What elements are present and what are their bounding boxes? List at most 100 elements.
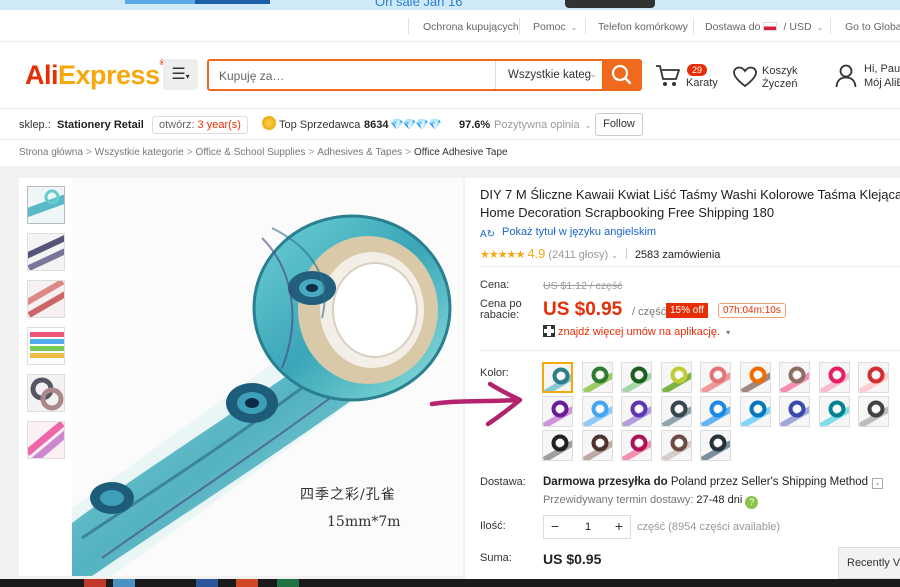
aliexpress-logo[interactable]: AliExpress®	[25, 60, 165, 91]
divider	[830, 18, 831, 34]
color-swatch[interactable]	[582, 430, 613, 461]
poland-flag-icon	[763, 22, 778, 31]
thumbnail-image	[28, 375, 64, 411]
chevron-down-icon: ⌄	[816, 23, 824, 32]
product-main-image[interactable]	[72, 178, 463, 576]
color-swatch[interactable]	[700, 396, 731, 427]
product-info-panel: DIY 7 M Śliczne Kawaii Kwiat Liść Taśmy …	[465, 178, 900, 587]
store-label: sklep.:	[19, 119, 51, 131]
color-swatch[interactable]	[819, 362, 850, 393]
color-swatch-image	[622, 431, 651, 460]
thumbnail-strip	[19, 178, 72, 576]
taskbar-app-icon[interactable]	[113, 579, 135, 587]
wishlist-link[interactable]: Koszyk	[762, 65, 797, 77]
categories-menu-button[interactable]: ☰▾	[163, 59, 198, 90]
taskbar-app-icon[interactable]	[236, 579, 258, 587]
wishlist-link-line2[interactable]: Życzeń	[762, 78, 797, 90]
color-swatch[interactable]	[542, 396, 573, 427]
breadcrumb-home[interactable]: Strona główna	[19, 147, 83, 158]
store-name-link[interactable]: Stationery Retail	[57, 119, 144, 131]
color-swatch[interactable]	[621, 430, 652, 461]
chevron-down-icon[interactable]: ⌄	[872, 478, 884, 489]
color-swatch-image	[543, 397, 572, 426]
color-swatch[interactable]	[779, 362, 810, 393]
divider	[408, 18, 409, 34]
open-years: 3 year(s)	[197, 119, 241, 131]
thumbnail-3[interactable]	[27, 280, 65, 318]
quantity-increase-button[interactable]: +	[610, 518, 628, 534]
color-swatch[interactable]	[621, 396, 652, 427]
show-english-title-label: Pokaż tytuł w języku angielskim	[502, 226, 657, 238]
breadcrumb-office-school[interactable]: Office & School Supplies	[196, 147, 306, 158]
heart-icon[interactable]	[733, 66, 757, 88]
color-swatch-image	[662, 363, 691, 392]
my-aliexpress-link[interactable]: Mój AliE	[864, 77, 900, 89]
ship-to-selector[interactable]: Dostawa do / USD ⌄	[705, 21, 823, 33]
breadcrumb-all-categories[interactable]: Wszystkie kategorie	[95, 147, 184, 158]
global-site-link[interactable]: Go to Global	[845, 21, 900, 33]
taskbar-app-icon[interactable]	[196, 579, 218, 587]
search-input[interactable]: Kupuję za…	[219, 69, 284, 83]
hamburger-menu-icon: ☰	[171, 66, 186, 83]
color-swatch[interactable]	[621, 362, 652, 393]
chevron-down-icon[interactable]: ⌄	[611, 251, 618, 260]
color-swatch[interactable]	[661, 362, 692, 393]
cart-icon[interactable]	[655, 64, 681, 88]
color-swatch[interactable]	[582, 396, 613, 427]
countdown-timer: 07h:04m:10s	[718, 303, 786, 318]
taskbar-app-icon[interactable]	[277, 579, 299, 587]
site-header: AliExpress® ☰▾ Kupuję za… Wszystkie kate…	[0, 42, 900, 108]
chevron-down-icon: ⌄	[570, 23, 578, 32]
currency-label: USD	[789, 21, 812, 33]
breadcrumb-separator: >	[186, 147, 193, 158]
help-link-label: Pomoc	[533, 21, 566, 33]
color-swatch[interactable]	[858, 396, 889, 427]
thumbnail-5[interactable]	[27, 374, 65, 412]
buyer-protection-link[interactable]: Ochrona kupujących	[423, 21, 519, 33]
breadcrumb-separator: >	[308, 147, 315, 158]
color-swatch[interactable]	[542, 362, 573, 393]
color-swatch[interactable]	[661, 396, 692, 427]
breadcrumb-current[interactable]: Office Adhesive Tape	[414, 147, 508, 158]
help-link[interactable]: Pomoc ⌄	[533, 21, 577, 33]
cart-link[interactable]: Karaty	[686, 77, 718, 89]
store-open-badge: otwórz: 3 year(s)	[152, 116, 248, 134]
color-swatch[interactable]	[700, 430, 731, 461]
help-icon[interactable]: ?	[745, 496, 759, 509]
rating-votes[interactable]: (2411 głosy)	[548, 249, 608, 261]
thumbnail-6[interactable]	[27, 421, 65, 459]
promo-banner[interactable]: On sale Jan 16	[0, 0, 900, 10]
follow-store-button[interactable]: Follow	[595, 113, 643, 136]
app-deals-link[interactable]: znajdź więcej umów na aplikację. ▾	[543, 325, 730, 338]
color-swatch[interactable]	[582, 362, 613, 393]
color-swatch[interactable]	[819, 396, 850, 427]
user-greeting[interactable]: Hi, Paul	[864, 63, 900, 75]
search-button[interactable]	[602, 59, 642, 91]
thumbnail-1[interactable]	[27, 186, 65, 224]
show-english-title-link[interactable]: A↻ Pokaż tytuł w języku angielskim	[480, 226, 656, 241]
divider	[625, 248, 627, 259]
color-swatch[interactable]	[858, 362, 889, 393]
search-category-select[interactable]: Wszystkie kateg ⌄	[495, 61, 603, 89]
color-swatch[interactable]	[700, 362, 731, 393]
taskbar-app-icon[interactable]	[84, 579, 106, 587]
color-swatch-image	[544, 364, 571, 391]
recently-viewed-tab[interactable]: Recently V	[838, 547, 900, 579]
color-swatch-image	[741, 363, 770, 392]
quantity-available: część (8954 części available)	[637, 521, 781, 533]
quantity-decrease-button[interactable]: −	[546, 518, 564, 534]
color-swatch[interactable]	[661, 430, 692, 461]
user-icon[interactable]	[835, 64, 857, 88]
color-swatch[interactable]	[542, 430, 573, 461]
mobile-link[interactable]: Telefon komórkowy	[598, 21, 688, 33]
thumbnail-4[interactable]	[27, 327, 65, 365]
color-swatch[interactable]	[740, 362, 771, 393]
breadcrumb-adhesives[interactable]: Adhesives & Tapes	[317, 147, 402, 158]
rating-value[interactable]: 4.9	[527, 246, 545, 261]
color-swatch[interactable]	[740, 396, 771, 427]
color-swatch[interactable]	[779, 396, 810, 427]
search-category-label: Wszystkie kateg	[508, 69, 592, 81]
thumbnail-2[interactable]	[27, 233, 65, 271]
quantity-input[interactable]: 1	[574, 521, 602, 533]
positive-feedback-label[interactable]: Pozytywna opinia ⌄	[494, 119, 591, 131]
